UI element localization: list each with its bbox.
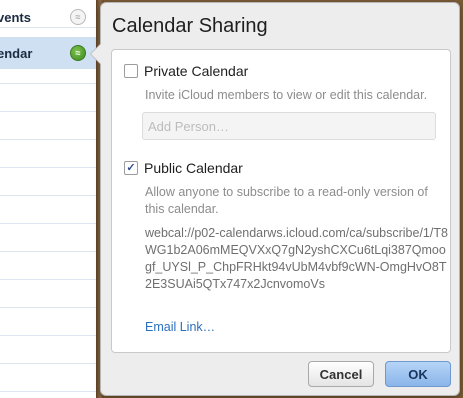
sidebar-item-label: endar <box>0 45 33 61</box>
private-calendar-checkbox[interactable] <box>124 64 138 78</box>
share-icon-active[interactable]: ≈ <box>70 45 86 61</box>
public-calendar-description: Allow anyone to subscribe to a read-only… <box>145 185 428 216</box>
sidebar-item-label: vents <box>0 9 31 25</box>
private-calendar-label: Private Calendar <box>144 63 249 79</box>
sidebar-item-calendar[interactable]: endar ≈ <box>0 37 96 69</box>
sharing-options-panel: Private Calendar Invite iCloud members t… <box>111 49 451 353</box>
calendar-sidebar: vents ≈ endar ≈ <box>0 0 97 398</box>
public-calendar-label: Public Calendar <box>144 160 243 176</box>
share-icon[interactable]: ≈ <box>70 9 86 25</box>
sidebar-item-events[interactable]: vents ≈ <box>0 2 96 32</box>
email-link[interactable]: Email Link… <box>145 320 215 334</box>
dialog-title: Calendar Sharing <box>112 15 268 37</box>
ok-button[interactable]: OK <box>385 361 451 387</box>
private-calendar-option[interactable]: Private Calendar <box>124 63 248 79</box>
public-calendar-checkbox[interactable]: ✓ <box>124 161 138 175</box>
subscription-url: webcal://p02-calendarws.icloud.com/ca/su… <box>145 226 448 291</box>
calendar-sharing-popover: Calendar Sharing Private Calendar Invite… <box>90 2 460 396</box>
cancel-button[interactable]: Cancel <box>308 361 374 387</box>
public-calendar-option[interactable]: ✓ Public Calendar <box>124 160 243 176</box>
private-calendar-description: Invite iCloud members to view or edit th… <box>145 88 428 102</box>
popover-arrow-fill <box>91 44 101 64</box>
add-person-input[interactable] <box>142 112 436 140</box>
